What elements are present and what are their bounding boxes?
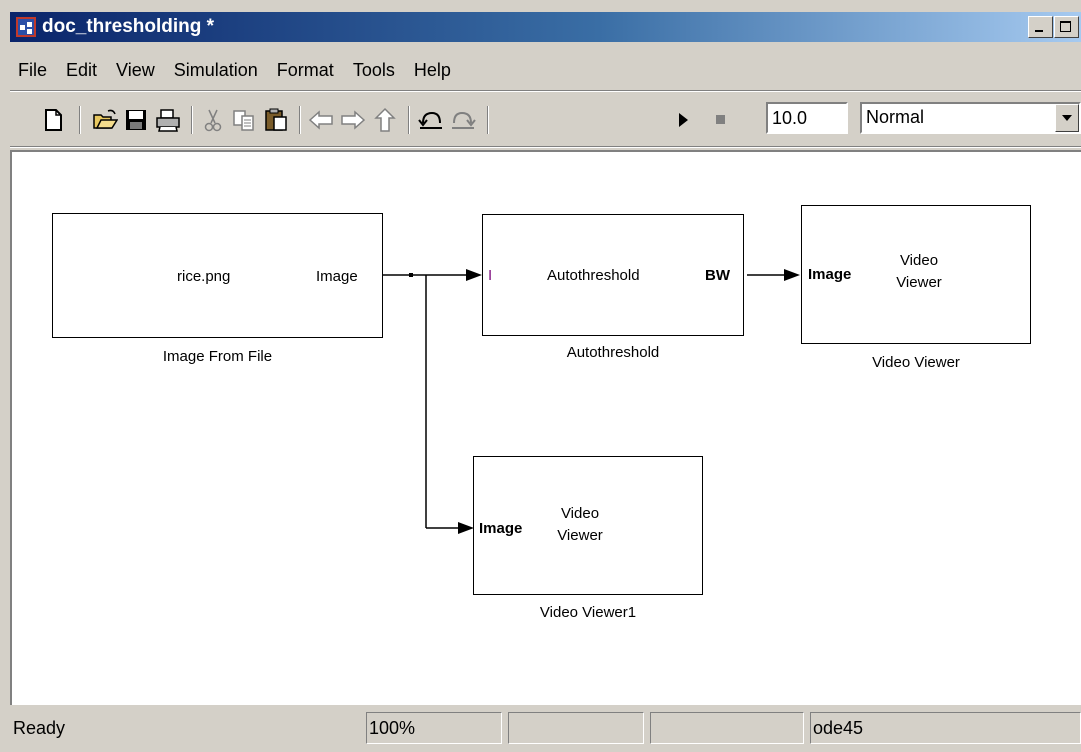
- cut-button[interactable]: [198, 105, 228, 135]
- simulation-mode-select[interactable]: Normal: [860, 102, 1081, 134]
- toolbar-separator: [79, 106, 81, 134]
- paste-icon: [265, 108, 287, 131]
- arrowhead-video-viewer1: [458, 522, 474, 534]
- status-message: Ready: [13, 718, 66, 738]
- input-port-label: I: [488, 267, 493, 284]
- print-button[interactable]: [153, 105, 183, 135]
- copy-button[interactable]: [229, 105, 259, 135]
- toolbar-separator: [408, 106, 410, 134]
- model-canvas[interactable]: rice.png Image Image From File I Autothr…: [10, 150, 1081, 705]
- arrowhead-autothreshold: [466, 269, 482, 281]
- redo-button[interactable]: [448, 105, 478, 135]
- status-bar: Ready 100% ode45: [10, 708, 1081, 752]
- image-from-file-block[interactable]: rice.png Image: [52, 213, 383, 338]
- block-content-text: rice.png: [177, 268, 231, 285]
- toolbar-separator: [299, 106, 301, 134]
- undo-icon: [418, 111, 442, 129]
- up-icon: [374, 107, 396, 132]
- menu-tools[interactable]: Tools: [344, 56, 405, 84]
- dropdown-arrow-button[interactable]: [1055, 104, 1079, 132]
- output-port-label: BW: [705, 267, 730, 284]
- menu-help[interactable]: Help: [405, 56, 461, 84]
- save-button[interactable]: [121, 105, 151, 135]
- back-button[interactable]: [306, 105, 336, 135]
- undo-button[interactable]: [416, 105, 446, 135]
- new-model-button[interactable]: [38, 105, 68, 135]
- cut-icon: [204, 109, 222, 132]
- paste-button[interactable]: [261, 105, 291, 135]
- toolbar-separator-line: [10, 146, 1081, 148]
- open-button[interactable]: [90, 105, 120, 135]
- forward-button[interactable]: [338, 105, 368, 135]
- status-pane-3: [508, 712, 644, 744]
- stop-time-field[interactable]: 10.0: [766, 102, 848, 134]
- maximize-icon: [1060, 21, 1071, 32]
- branch-point: [409, 273, 413, 277]
- title-bar[interactable]: doc_thresholding *: [10, 12, 1081, 42]
- output-port-label: Image: [316, 268, 358, 285]
- menu-bar: File Edit View Simulation Format Tools H…: [10, 56, 461, 84]
- arrowhead-video-viewer: [784, 269, 800, 281]
- menu-file[interactable]: File: [10, 56, 57, 84]
- block-content-text: Video: [560, 505, 600, 522]
- print-icon: [156, 109, 180, 132]
- forward-icon: [341, 110, 366, 130]
- redo-icon: [452, 111, 476, 129]
- menu-edit[interactable]: Edit: [57, 56, 107, 84]
- block-name-image-from-file[interactable]: Image From File: [52, 348, 383, 365]
- video-viewer-block[interactable]: Image Video Viewer: [801, 205, 1031, 344]
- open-icon: [93, 109, 118, 129]
- video-viewer1-block[interactable]: Image Video Viewer: [473, 456, 703, 595]
- window-title: doc_thresholding *: [42, 16, 215, 37]
- menu-format[interactable]: Format: [268, 56, 344, 84]
- solver-name: ode45: [810, 712, 1081, 744]
- minimize-icon: [1035, 30, 1043, 32]
- stop-simulation-button[interactable]: [706, 105, 736, 135]
- block-content-text: Viewer: [557, 527, 603, 544]
- save-icon: [126, 110, 146, 130]
- start-simulation-button[interactable]: [668, 105, 698, 135]
- block-name-autothreshold[interactable]: Autothreshold: [482, 344, 744, 361]
- menu-simulation[interactable]: Simulation: [165, 56, 268, 84]
- menu-separator: [10, 90, 1081, 92]
- block-name-video-viewer1[interactable]: Video Viewer1: [473, 604, 703, 621]
- block-name-video-viewer[interactable]: Video Viewer: [801, 354, 1031, 371]
- back-icon: [308, 110, 333, 130]
- maximize-button[interactable]: [1054, 16, 1079, 38]
- menu-view[interactable]: View: [107, 56, 165, 84]
- status-pane-4: [650, 712, 804, 744]
- autothreshold-block[interactable]: I Autothreshold BW: [482, 214, 744, 336]
- block-content-text: Video: [899, 252, 939, 269]
- toolbar-separator: [487, 106, 489, 134]
- toolbar: 10.0 Normal: [10, 97, 1081, 143]
- copy-icon: [233, 110, 254, 131]
- simulation-mode-value: Normal: [866, 107, 925, 127]
- simulink-model-icon: [16, 17, 36, 37]
- zoom-level: 100%: [366, 712, 502, 744]
- chevron-down-icon: [1062, 115, 1072, 121]
- block-content-text: Autothreshold: [547, 267, 640, 284]
- block-content-text: Viewer: [896, 274, 942, 291]
- stop-simulation-icon: [716, 115, 725, 124]
- input-port-label: Image: [479, 520, 523, 537]
- up-button[interactable]: [370, 105, 400, 135]
- toolbar-separator: [191, 106, 193, 134]
- start-simulation-icon: [679, 113, 688, 127]
- new-model-icon: [45, 109, 62, 131]
- minimize-button[interactable]: [1028, 16, 1053, 38]
- input-port-label: Image: [808, 266, 852, 283]
